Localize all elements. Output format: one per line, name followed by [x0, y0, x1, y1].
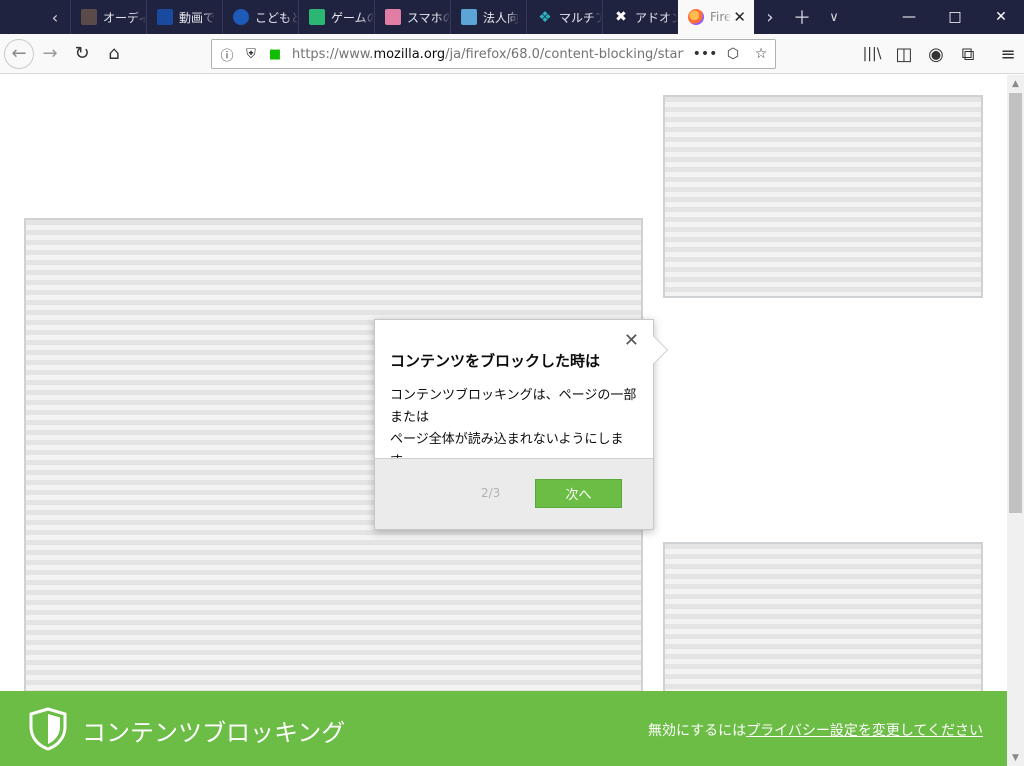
tab-label: スマホの	[407, 10, 450, 25]
popup-footer: 2/3 次へ	[375, 458, 653, 529]
popup-title: コンテンツをブロックした時は	[390, 352, 601, 370]
tab-5[interactable]: 法人向	[450, 0, 526, 34]
list-all-tabs-button[interactable]: ∨	[818, 0, 850, 34]
content-blocking-tour-popup: ✕ コンテンツをブロックした時は コンテンツブロッキングは、ページの一部または …	[374, 319, 669, 530]
menu-icon[interactable]: ≡	[992, 38, 1024, 70]
tab-favicon-icon	[233, 9, 249, 25]
navigation-toolbar: ← → ↻ ⌂ ⓘ ⛨ ■ https://www.mozilla.org/ja…	[0, 34, 1024, 74]
firefox-icon	[688, 9, 704, 25]
url-domain: mozilla.org	[373, 46, 446, 62]
tab-active[interactable]: Fire ✕	[678, 0, 754, 34]
url-path: /ja/firefox/68.0/content-blocking/start/	[445, 46, 684, 62]
url-text[interactable]: https://www.mozilla.org/ja/firefox/68.0/…	[292, 47, 684, 62]
tab-label: オーディ	[103, 10, 146, 25]
step-counter: 2/3	[481, 486, 501, 500]
puzzle-icon: ✖	[615, 9, 627, 25]
reload-button[interactable]: ↻	[66, 38, 98, 70]
tab-label: 法人向	[483, 10, 520, 25]
content-blocking-banner: コンテンツブロッキング 無効にするにはプライバシー設定を変更してください	[0, 691, 1007, 766]
banner-title: コンテンツブロッキング	[82, 719, 346, 747]
tab-close-icon[interactable]: ✕	[733, 8, 746, 26]
placeholder-block-top-right	[663, 95, 983, 298]
tab-label: 動画で	[179, 10, 216, 25]
lock-icon[interactable]: ■	[266, 47, 284, 62]
tab-favicon-icon: ❖	[538, 8, 552, 26]
bookmark-star-icon[interactable]: ☆	[747, 46, 775, 62]
scroll-tabs-right-button[interactable]: ›	[754, 0, 786, 34]
tab-label: マルチア	[559, 10, 602, 25]
shield-icon[interactable]: ⛨	[242, 47, 260, 62]
tab-2[interactable]: こどもと	[222, 0, 298, 34]
next-button[interactable]: 次へ	[535, 479, 622, 508]
tab-1[interactable]: 動画で	[146, 0, 222, 34]
placeholder-block-bottom-right	[663, 542, 983, 691]
scroll-up-icon[interactable]: ▲	[1007, 75, 1024, 92]
url-bar[interactable]: ⓘ ⛨ ■ https://www.mozilla.org/ja/firefox…	[211, 39, 776, 69]
tab-6[interactable]: ❖ マルチア	[526, 0, 602, 34]
scroll-tabs-left-button[interactable]: ‹	[40, 0, 70, 34]
sidebar-icon[interactable]: ◫	[888, 38, 920, 70]
back-button[interactable]: ←	[4, 38, 34, 69]
banner-link-prefix: 無効にするには	[647, 723, 747, 739]
tab-label: Fire	[710, 10, 732, 24]
titlebar-spacer	[0, 0, 40, 34]
tab-favicon-icon	[81, 9, 97, 25]
minimize-button[interactable]: —	[886, 0, 932, 34]
tab-favicon-icon	[309, 9, 325, 25]
tab-label: ゲームの	[331, 10, 374, 25]
tab-favicon-icon	[461, 9, 477, 25]
tab-label: アドオン	[635, 10, 678, 25]
close-icon[interactable]: ✕	[624, 330, 639, 351]
maximize-button[interactable]: □	[932, 0, 978, 34]
tab-favicon-icon	[385, 9, 401, 25]
tab-4[interactable]: スマホの	[374, 0, 450, 34]
window-close-button[interactable]: ✕	[978, 0, 1024, 34]
tab-7[interactable]: ✖ アドオン	[602, 0, 678, 34]
library-icon[interactable]: |||\	[856, 38, 888, 70]
tab-label: こどもと	[255, 10, 298, 25]
multi-account-containers-icon[interactable]: ⧉	[952, 38, 984, 70]
tab-3[interactable]: ゲームの	[298, 0, 374, 34]
url-prefix: https://www.	[292, 46, 374, 62]
forward-button[interactable]: →	[34, 38, 66, 70]
pocket-icon[interactable]: ⬡	[719, 46, 747, 62]
tab-strip: ‹ オーディ 動画で こどもと ゲームの スマホの 法人向 ❖ マルチア ✖ ア…	[0, 0, 1024, 34]
new-tab-button[interactable]: ＋	[786, 0, 818, 34]
page-actions-icon[interactable]: •••	[691, 46, 719, 62]
info-icon[interactable]: ⓘ	[218, 45, 236, 64]
account-icon[interactable]: ◉	[920, 38, 952, 70]
home-button[interactable]: ⌂	[98, 38, 130, 70]
privacy-settings-link[interactable]: プライバシー設定を変更してください	[746, 723, 983, 739]
shield-icon	[29, 707, 67, 751]
tab-0[interactable]: オーディ	[70, 0, 146, 34]
page-scrollbar[interactable]: ▲ ▼	[1007, 75, 1024, 766]
scrollbar-thumb[interactable]	[1009, 93, 1022, 513]
scroll-down-icon[interactable]: ▼	[1007, 749, 1024, 766]
privacy-settings-link-line: 無効にするにはプライバシー設定を変更してください	[648, 720, 983, 740]
tab-favicon-icon	[157, 9, 173, 25]
